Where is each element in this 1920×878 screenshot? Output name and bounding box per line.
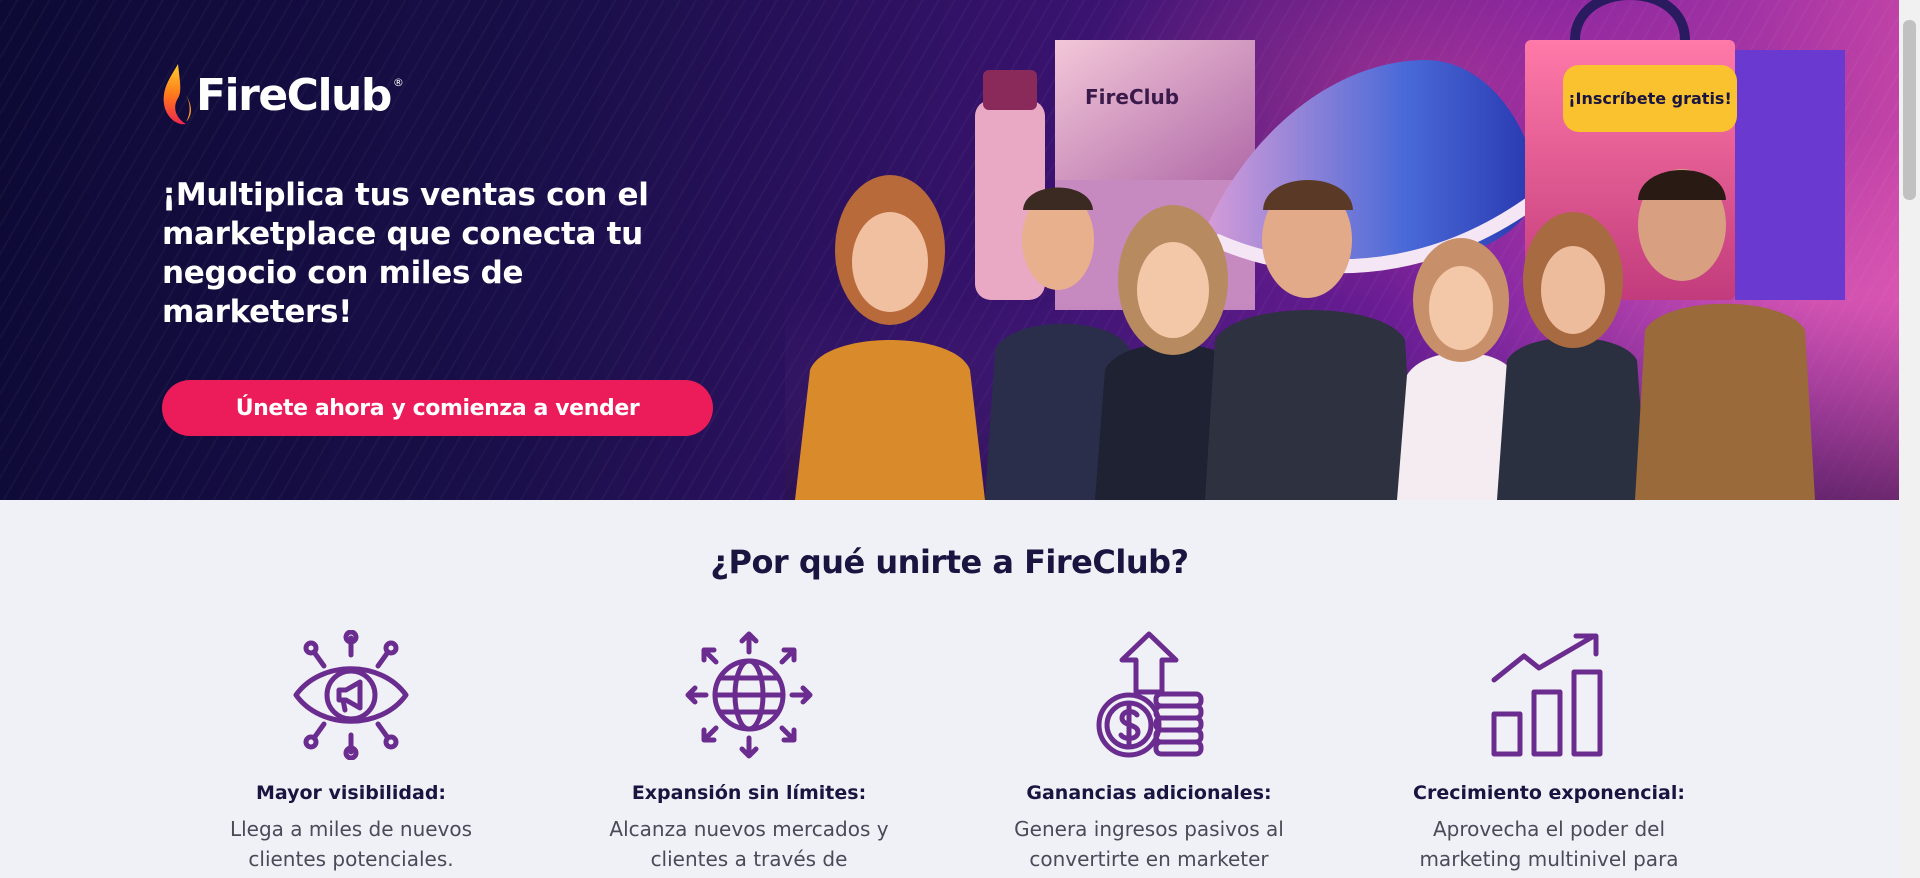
box-logo-text: FireClub bbox=[1085, 85, 1179, 109]
feature-title: Ganancias adicionales: bbox=[1026, 782, 1272, 804]
coins-dollar-icon bbox=[1096, 631, 1204, 758]
feature-title: Crecimiento exponencial: bbox=[1413, 782, 1685, 804]
feature-description: Genera ingresos pasivos al convertirte e… bbox=[1014, 817, 1284, 871]
join-now-button[interactable]: Únete ahora y comienza a vender bbox=[162, 380, 713, 436]
fireclub-logo[interactable]: FireClub ® bbox=[160, 62, 404, 128]
feature-growth: Crecimiento exponencial: Aprovecha el po… bbox=[1389, 630, 1709, 874]
registered-mark: ® bbox=[392, 76, 404, 89]
hero-headline: ¡Multiplica tus ventas con el marketplac… bbox=[162, 177, 649, 330]
globe-arrows-icon bbox=[685, 631, 813, 759]
hero-banner: FireClub ® ¡Multiplica tus ventas con el… bbox=[0, 0, 1899, 500]
feature-earnings: Ganancias adicionales: Genera ingresos p… bbox=[989, 630, 1309, 874]
feature-title: Mayor visibilidad: bbox=[255, 782, 447, 804]
feature-description: Llega a miles de nuevos clientes potenci… bbox=[229, 817, 473, 871]
page-scrollbar[interactable] bbox=[1899, 0, 1920, 878]
growth-chart-icon bbox=[1491, 633, 1603, 757]
feature-description: Aprovecha el poder del marketing multini… bbox=[1419, 817, 1679, 871]
eye-megaphone-icon bbox=[293, 630, 409, 760]
flame-icon bbox=[163, 64, 191, 125]
feature-title: Expansión sin límites: bbox=[631, 782, 867, 804]
feature-expansion: Expansión sin límites: Alcanza nuevos me… bbox=[589, 630, 909, 874]
scrollbar-thumb[interactable] bbox=[1903, 20, 1916, 200]
signup-free-button[interactable]: ¡Inscríbete gratis! bbox=[1563, 65, 1737, 132]
why-section-title: ¿Por qué unirte a FireClub? bbox=[710, 543, 1189, 581]
feature-description: Alcanza nuevos mercados y clientes a tra… bbox=[609, 817, 889, 871]
feature-visibility: Mayor visibilidad: Llega a miles de nuev… bbox=[191, 630, 511, 874]
logo-wordmark: FireClub bbox=[196, 69, 392, 121]
